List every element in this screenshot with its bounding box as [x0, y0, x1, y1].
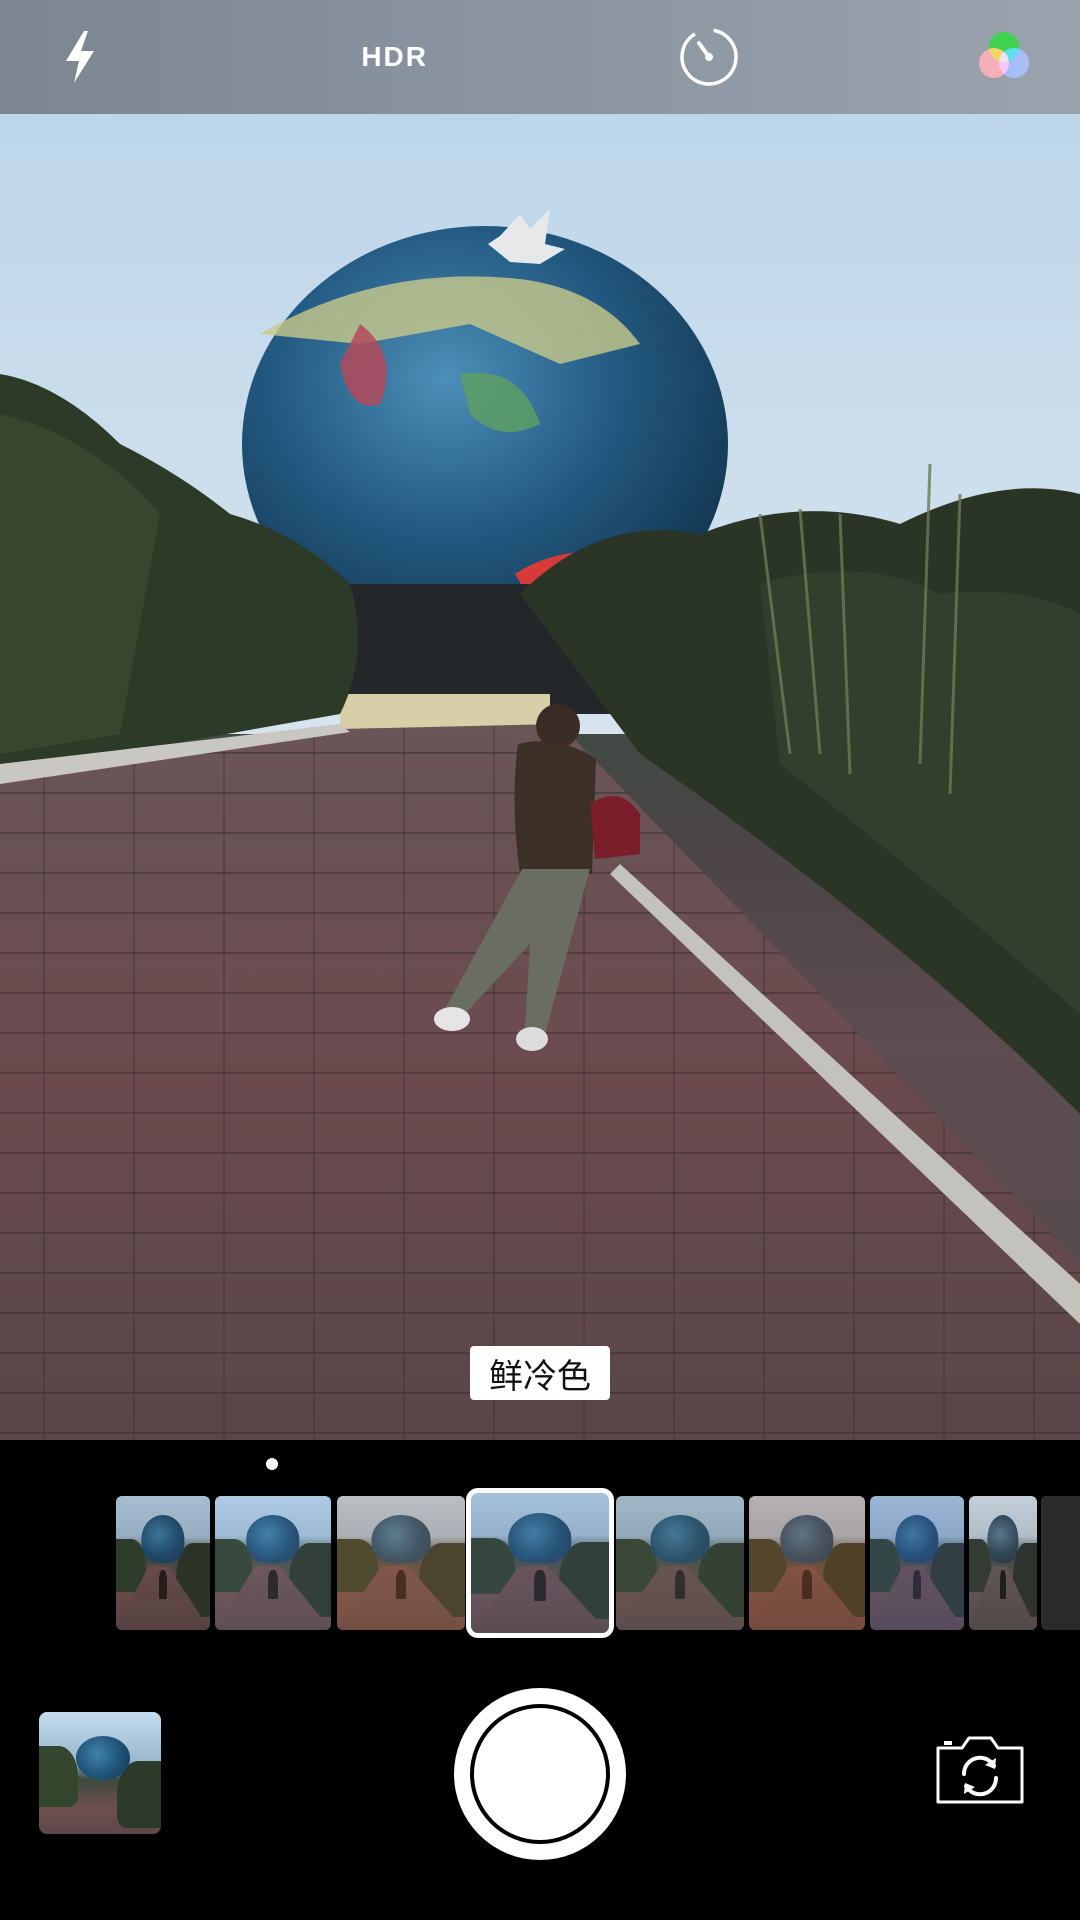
- filter-thumbnail[interactable]: [215, 1496, 331, 1630]
- filter-filmstrip[interactable]: [0, 1488, 1080, 1638]
- shutter-button[interactable]: [454, 1688, 626, 1860]
- switch-camera-button[interactable]: [930, 1728, 1030, 1812]
- last-photo-thumbnail[interactable]: [39, 1712, 161, 1834]
- filter-thumbnail[interactable]: [749, 1496, 865, 1630]
- flash-button[interactable]: [40, 17, 120, 97]
- filter-thumbnail[interactable]: [337, 1496, 465, 1630]
- shutter-inner-ring: [470, 1704, 610, 1844]
- flash-bolt-icon: [66, 31, 94, 83]
- hdr-label: HDR: [361, 41, 428, 72]
- filters-icon: [978, 32, 1029, 78]
- live-preview-scene: [0, 114, 1080, 1440]
- camera-controls: [0, 1440, 1080, 1920]
- filter-thumbnail[interactable]: [969, 1496, 1037, 1630]
- filter-name-label: 鲜冷色: [470, 1346, 610, 1400]
- timer-icon: [680, 28, 739, 86]
- filters-button[interactable]: [964, 17, 1044, 97]
- timer-button[interactable]: [669, 17, 749, 97]
- camera-flip-icon: [936, 1736, 1024, 1804]
- filter-thumbnail[interactable]: [116, 1496, 210, 1630]
- top-toolbar: HDR: [0, 0, 1080, 114]
- filter-thumbnail[interactable]: [616, 1496, 744, 1630]
- page-indicator-dot: [266, 1458, 278, 1470]
- filter-thumbnail[interactable]: [1041, 1496, 1080, 1630]
- filter-thumbnail[interactable]: [870, 1496, 964, 1630]
- hdr-button[interactable]: HDR: [335, 17, 455, 97]
- camera-viewfinder[interactable]: 鲜冷色: [0, 114, 1080, 1440]
- filter-thumbnail-selected[interactable]: [466, 1488, 614, 1638]
